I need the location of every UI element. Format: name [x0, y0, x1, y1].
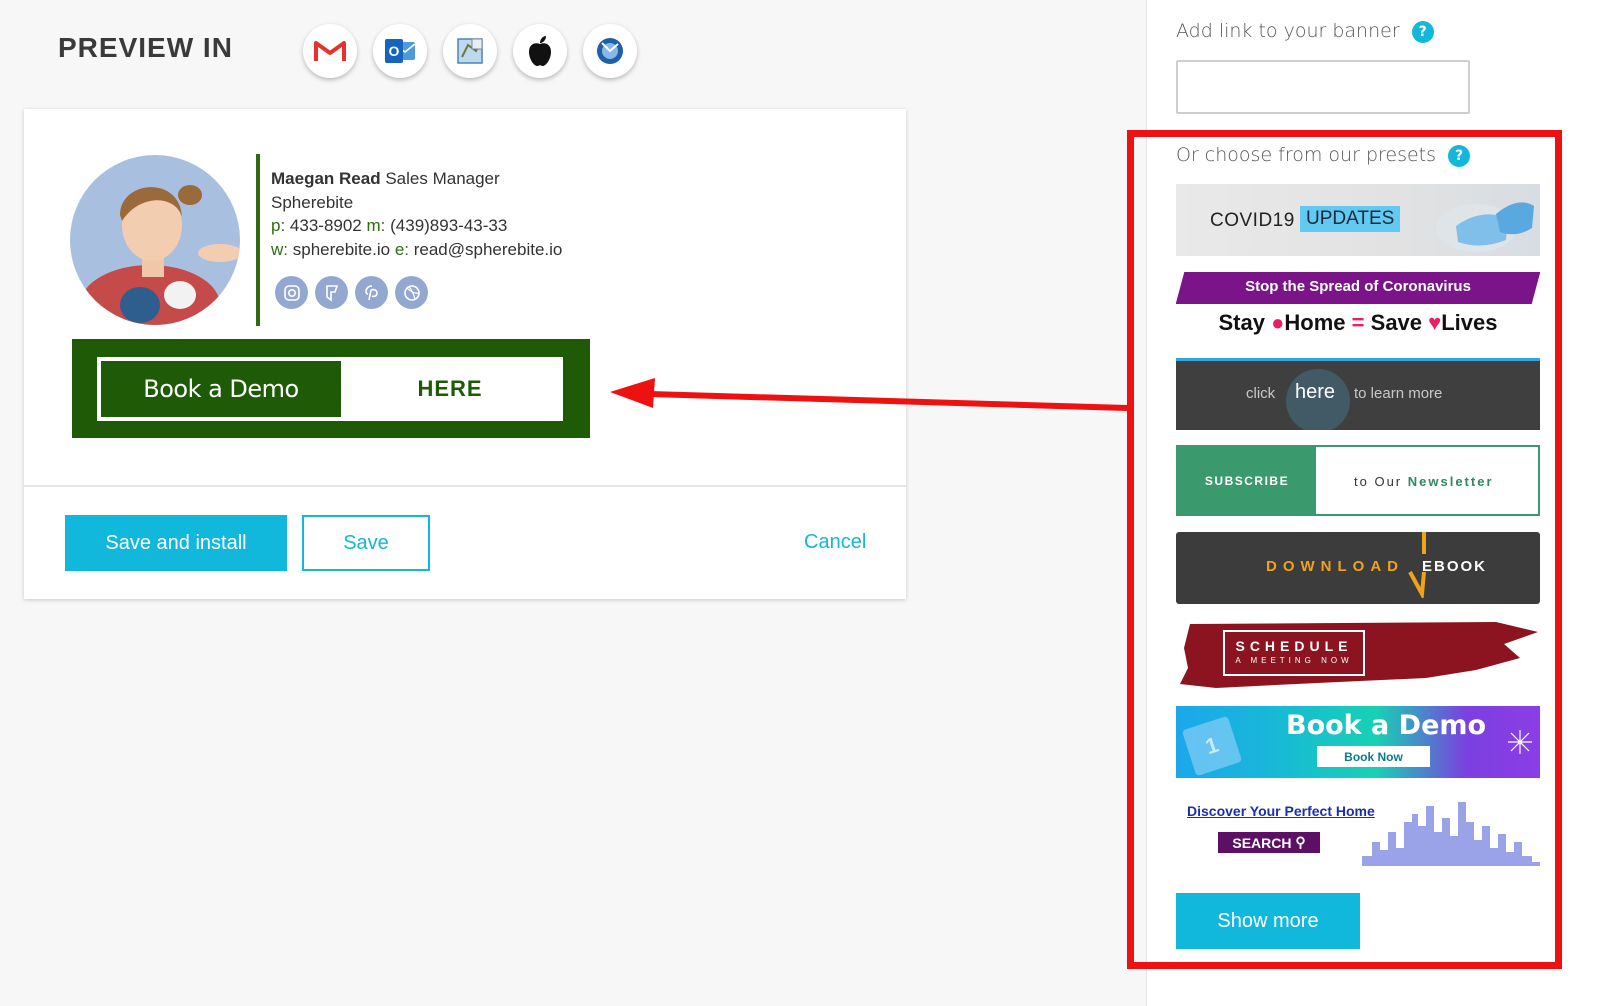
banner-link-label-text: Add link to your banner	[1176, 20, 1400, 42]
preset-ebook-left: DOWNLOAD	[1266, 558, 1404, 575]
preset-home-title: Discover Your Perfect Home	[1187, 803, 1375, 819]
pin-icon: ●	[1271, 310, 1285, 335]
preset-demo-button: Book Now	[1317, 746, 1430, 767]
pinterest-icon[interactable]	[355, 276, 388, 309]
signature-banner[interactable]: Book a Demo HERE	[72, 339, 590, 438]
preset-demo-title: Book a Demo	[1286, 710, 1487, 741]
svg-text:O: O	[389, 43, 400, 59]
preset-click-t3: to learn more	[1354, 385, 1443, 402]
preset-stay-line1: Stop the Spread of Coronavirus	[1245, 278, 1471, 295]
heart-icon: ♥	[1428, 310, 1442, 335]
preset-click-here[interactable]: click here to learn more	[1176, 358, 1540, 430]
help-icon[interactable]: ?	[1411, 20, 1434, 43]
preset-stay-w1: Stay	[1218, 310, 1265, 335]
signature-name: Maegan Read	[271, 169, 381, 188]
signature-divider	[256, 154, 260, 326]
preset-click-t1: click	[1246, 385, 1276, 402]
banner-right-text: HERE	[417, 376, 483, 401]
preset-home-button: SEARCH ⚲	[1218, 832, 1320, 853]
preset-stay-w3: Save	[1370, 310, 1423, 335]
gmail-icon[interactable]	[303, 24, 357, 78]
banner-link-input[interactable]	[1176, 60, 1470, 114]
web-value: spherebite.io	[292, 239, 391, 259]
email-label: e:	[394, 239, 409, 259]
foursquare-icon[interactable]	[315, 276, 348, 309]
phone-value: 433-8902	[289, 216, 362, 235]
save-and-install-button[interactable]: Save and install	[65, 515, 287, 571]
preview-in-title: PREVIEW IN	[58, 32, 233, 63]
preset-covid-word1: COVID19	[1210, 210, 1295, 231]
presets-label: Or choose from our presets?	[1176, 144, 1471, 167]
preset-click-t2: here	[1295, 381, 1336, 403]
preset-newsletter[interactable]: SUBSCRIBE to Our Newsletter	[1176, 445, 1540, 516]
phone-label: p:	[271, 216, 286, 235]
preset-newsletter-mid: to Our	[1354, 474, 1403, 489]
mobile-label: m:	[366, 216, 386, 235]
city-skyline-graphic	[1362, 802, 1540, 866]
calendar-icon: 1	[1181, 715, 1243, 777]
help-icon[interactable]: ?	[1448, 144, 1471, 167]
preset-download-ebook[interactable]: DOWNLOAD EBOOK	[1176, 532, 1540, 604]
preset-newsletter-left: SUBSCRIBE	[1178, 447, 1316, 514]
preset-covid-updates[interactable]: COVID19 UPDATES	[1176, 184, 1540, 256]
banner-frame: Book a Demo HERE	[97, 357, 563, 421]
thunderbird-icon[interactable]	[583, 24, 637, 78]
preset-stay-w2: Home	[1284, 310, 1346, 335]
signature-title: Sales Manager	[385, 169, 500, 188]
sparkle-icon	[1508, 730, 1532, 754]
preset-stay-eq: =	[1351, 310, 1365, 335]
card-divider	[24, 485, 906, 487]
preset-book-demo[interactable]: 1 Book a Demo Book Now	[1176, 706, 1540, 778]
download-arrow-icon	[1408, 532, 1426, 598]
banner-settings-panel: Add link to your banner? Or choose from …	[1146, 0, 1600, 1006]
social-icons	[275, 276, 428, 309]
preset-schedule-box: SCHEDULE A MEETING NOW	[1223, 630, 1365, 676]
signature-company: Spherebite	[271, 192, 354, 212]
apple-icon[interactable]	[513, 24, 567, 78]
preset-newsletter-text: to Our Newsletter	[1354, 474, 1494, 489]
preset-newsletter-strong: Newsletter	[1407, 474, 1494, 489]
email-value: read@spherebite.io	[413, 239, 563, 259]
avatar	[70, 155, 240, 325]
presets-label-text: Or choose from our presets	[1176, 144, 1437, 166]
preset-stay-w4: Lives	[1441, 310, 1498, 335]
preset-schedule-line2: A MEETING NOW	[1235, 656, 1353, 665]
preset-discover-home[interactable]: Discover Your Perfect Home SEARCH ⚲	[1176, 792, 1540, 866]
search-icon: ⚲	[1295, 834, 1306, 850]
instagram-icon[interactable]	[275, 276, 308, 309]
preset-covid-word2: UPDATES	[1300, 206, 1401, 232]
mask-icon	[1436, 202, 1534, 252]
apple-mail-icon[interactable]	[443, 24, 497, 78]
preset-stay-home[interactable]: Stop the Spread of Coronavirus Stay ●Hom…	[1176, 270, 1540, 344]
signature-preview-card: Maegan Read Sales Manager Spherebite p: …	[24, 109, 906, 599]
preset-stay-line2: Stay ●Home = Save ♥Lives	[1176, 310, 1540, 336]
web-label: w:	[271, 239, 288, 259]
save-button[interactable]: Save	[302, 515, 430, 571]
cancel-link[interactable]: Cancel	[804, 531, 866, 554]
preset-schedule-line1: SCHEDULE	[1235, 638, 1353, 654]
show-more-button[interactable]: Show more	[1176, 893, 1360, 949]
mobile-value: (439)893-43-33	[390, 216, 508, 235]
email-client-selector: O	[303, 24, 637, 78]
signature-details: Maegan Read Sales Manager Spherebite p: …	[271, 167, 562, 261]
dribbble-icon[interactable]	[395, 276, 428, 309]
outlook-icon[interactable]: O	[373, 24, 427, 78]
preset-home-button-text: SEARCH	[1232, 834, 1292, 851]
banner-left-text: Book a Demo	[101, 361, 341, 417]
preset-schedule-meeting[interactable]: SCHEDULE A MEETING NOW	[1176, 618, 1540, 694]
banner-link-label: Add link to your banner?	[1176, 20, 1434, 43]
